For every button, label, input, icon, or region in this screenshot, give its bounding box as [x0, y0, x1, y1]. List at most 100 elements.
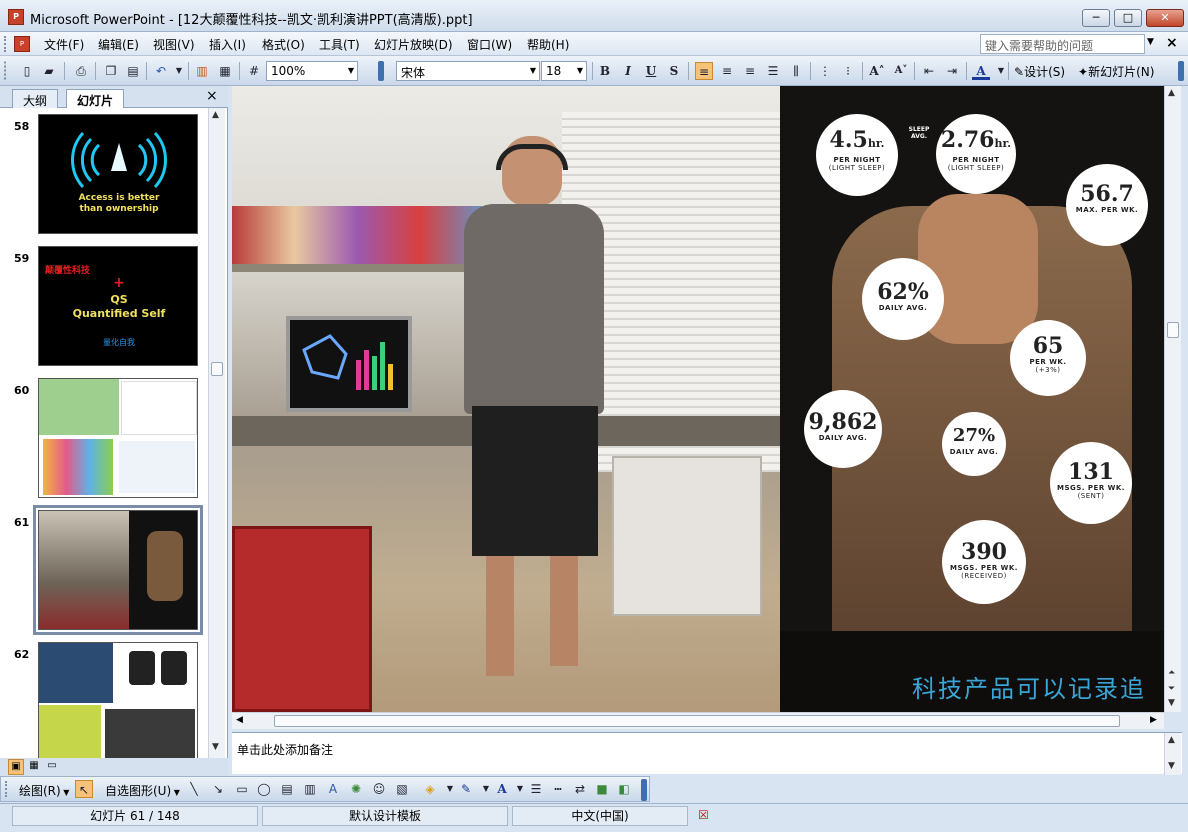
menu-view[interactable]: 视图(V)	[153, 36, 195, 53]
picture-icon[interactable]: ▧	[393, 780, 411, 798]
italic-button[interactable]: I	[619, 62, 637, 80]
slide-horizontal-scrollbar[interactable]: ◀ ▶	[232, 712, 1164, 729]
shadow-style-icon[interactable]: ■	[593, 780, 611, 798]
slideshow-view-icon[interactable]: ▭	[44, 759, 60, 775]
scroll-thumb[interactable]	[274, 715, 1120, 727]
vertical-textbox-icon[interactable]: ▥	[301, 780, 319, 798]
scroll-down-icon[interactable]: ▼	[1168, 761, 1175, 771]
design-template[interactable]: 默认设计模板	[262, 806, 508, 826]
slide-vertical-scrollbar[interactable]: ▲ ⏶ ⏷ ▼	[1164, 86, 1181, 712]
document-icon[interactable]: P	[14, 36, 30, 52]
scroll-thumb[interactable]	[211, 362, 223, 376]
rectangle-tool-icon[interactable]: ▭	[233, 780, 251, 798]
undo-icon[interactable]: ↶	[152, 62, 170, 80]
toolbar-grip[interactable]	[4, 36, 8, 52]
align-left-icon[interactable]: ≡	[695, 62, 713, 80]
scroll-thumb[interactable]	[1167, 322, 1179, 338]
increase-font-icon[interactable]: A˄	[868, 62, 886, 80]
thumbnail-62[interactable]	[38, 642, 198, 758]
scroll-up-icon[interactable]: ▲	[212, 110, 219, 120]
justify-icon[interactable]: ☰	[764, 62, 782, 80]
toolbar-grip[interactable]	[5, 781, 9, 797]
menu-format[interactable]: 格式(O)	[262, 36, 305, 53]
print-icon[interactable]: ⎙	[72, 62, 90, 80]
design-button[interactable]: ✎设计(S)	[1014, 63, 1065, 80]
clipart-icon[interactable]: ☺	[370, 780, 388, 798]
chevron-down-icon[interactable]: ▼	[1147, 37, 1154, 47]
line-style-icon[interactable]: ☰	[527, 780, 545, 798]
font-color-icon[interactable]: A	[493, 780, 511, 798]
menu-slideshow[interactable]: 幻灯片放映(D)	[374, 36, 453, 53]
open-folder-icon[interactable]: ▰	[40, 62, 58, 80]
notes-scrollbar[interactable]: ▲ ▼	[1164, 733, 1181, 775]
distribute-icon[interactable]: ⫼	[787, 62, 805, 80]
menu-insert[interactable]: 插入(I)	[209, 36, 246, 53]
insert-table-icon[interactable]: ▦	[216, 62, 234, 80]
toolbar-grip[interactable]	[4, 61, 8, 81]
3d-style-icon[interactable]: ◧	[615, 780, 633, 798]
undo-dropdown-icon[interactable]: ▼	[170, 62, 188, 80]
insert-chart-icon[interactable]: ▥	[193, 62, 211, 80]
dash-style-icon[interactable]: ┅	[549, 780, 567, 798]
close-button[interactable]: ✕	[1146, 9, 1184, 27]
thumbnails-scrollbar[interactable]: ▲ ▼	[208, 108, 225, 758]
slide-sorter-icon[interactable]: ▦	[26, 759, 42, 775]
menu-tools[interactable]: 工具(T)	[319, 36, 360, 53]
grid-icon[interactable]: #	[245, 62, 263, 80]
scroll-right-icon[interactable]: ▶	[1150, 715, 1157, 725]
fill-color-icon[interactable]: ◈	[421, 780, 439, 798]
toolbar-overflow-button[interactable]	[378, 61, 384, 81]
select-pointer-icon[interactable]: ↖	[75, 780, 93, 798]
arrow-style-icon[interactable]: ⇄	[571, 780, 589, 798]
scroll-up-icon[interactable]: ▲	[1168, 735, 1175, 745]
scroll-down-icon[interactable]: ▼	[1168, 698, 1175, 708]
align-right-icon[interactable]: ≡	[741, 62, 759, 80]
menu-window[interactable]: 窗口(W)	[467, 36, 512, 53]
notes-placeholder[interactable]: 单击此处添加备注	[237, 741, 333, 758]
normal-view-icon[interactable]: ▣	[8, 759, 24, 775]
font-size-select[interactable]: 18 ▼	[541, 61, 587, 81]
close-document-icon[interactable]: ×	[1166, 35, 1178, 51]
shadow-button[interactable]: S	[665, 62, 683, 80]
scroll-left-icon[interactable]: ◀	[236, 715, 243, 725]
scroll-up-icon[interactable]: ▲	[1168, 88, 1175, 98]
diagram-icon[interactable]: ✺	[347, 780, 365, 798]
spelling-check-icon[interactable]: ☒	[698, 808, 709, 822]
help-search-input[interactable]: 键入需要帮助的问题	[980, 34, 1145, 54]
new-document-icon[interactable]: ▯	[18, 62, 36, 80]
thumbnail-59[interactable]: 颠覆性科技 + QS Quantified Self 量化自我	[38, 246, 198, 366]
slide-61[interactable]: 4.5hr. PER NIGHT (LIGHT SLEEP) SLEEP AVG…	[232, 86, 1164, 712]
minimize-button[interactable]: ─	[1082, 9, 1110, 27]
bold-button[interactable]: B	[596, 62, 614, 80]
thumbnail-58[interactable]: Access is better than ownership	[38, 114, 198, 234]
close-pane-icon[interactable]: ×	[206, 88, 218, 104]
new-slide-button[interactable]: ✦新幻灯片(N)	[1078, 63, 1154, 80]
toolbar-overflow-button[interactable]	[641, 779, 647, 801]
thumbnail-61[interactable]	[33, 505, 203, 635]
line-color-icon[interactable]: ✎	[457, 780, 475, 798]
language-indicator[interactable]: 中文(中国)	[512, 806, 688, 826]
arrow-tool-icon[interactable]: ↘	[209, 780, 227, 798]
tab-slides[interactable]: 幻灯片	[66, 89, 125, 108]
increase-indent-icon[interactable]: ⇥	[943, 62, 961, 80]
slide-canvas[interactable]: 4.5hr. PER NIGHT (LIGHT SLEEP) SLEEP AVG…	[232, 86, 1164, 712]
slide-caption[interactable]: 科技产品可以记录追	[912, 669, 1146, 704]
zoom-select[interactable]: 100% ▼	[266, 61, 358, 81]
autoshapes-button[interactable]: 自选图形(U) ▼	[105, 782, 180, 799]
previous-slide-icon[interactable]: ⏶	[1168, 668, 1175, 678]
menu-file[interactable]: 文件(F)	[44, 36, 84, 53]
decrease-font-icon[interactable]: A˅	[892, 62, 910, 80]
thumbnail-60[interactable]	[38, 378, 198, 498]
draw-menu-button[interactable]: 绘图(R) ▼	[19, 782, 69, 799]
maximize-button[interactable]: □	[1114, 9, 1142, 27]
menu-help[interactable]: 帮助(H)	[527, 36, 569, 53]
next-slide-icon[interactable]: ⏷	[1168, 684, 1175, 694]
textbox-tool-icon[interactable]: ▤	[278, 780, 296, 798]
scroll-down-icon[interactable]: ▼	[212, 742, 219, 752]
tab-outline[interactable]: 大纲	[12, 89, 59, 108]
decrease-indent-icon[interactable]: ⇤	[920, 62, 938, 80]
paste-icon[interactable]: ▤	[124, 62, 142, 80]
notes-pane[interactable]: 单击此处添加备注 ▲ ▼	[232, 732, 1182, 775]
line-tool-icon[interactable]: ╲	[185, 780, 203, 798]
align-center-icon[interactable]: ≡	[718, 62, 736, 80]
